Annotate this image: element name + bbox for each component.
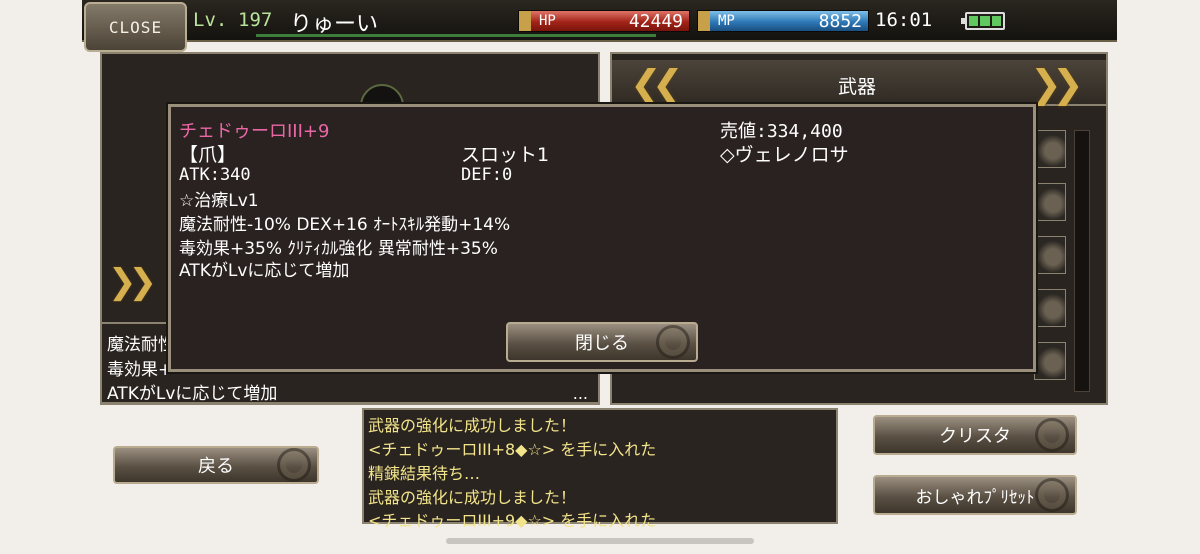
home-indicator[interactable]	[446, 538, 754, 544]
close-popup-button[interactable]: 閉じる	[506, 322, 698, 362]
equipment-slot-icon[interactable]	[1034, 130, 1066, 168]
close-popup-label: 閉じる	[575, 333, 629, 354]
item-effect: 魔法耐性-10% DEX+16 ｵｰﾄｽｷﾙ発動+14%	[179, 215, 511, 235]
log-line: 武器の強化に成功しました！	[368, 488, 577, 507]
item-slot: スロット1	[461, 144, 550, 166]
item-effect: ☆治療Lv1	[179, 191, 259, 211]
mp-gauge: MP 8852	[697, 10, 869, 32]
swirl-icon	[656, 325, 690, 359]
battery-icon	[961, 12, 1005, 30]
summary-line: ATKがLvに応じて増加	[107, 384, 278, 404]
list-scrollbar[interactable]	[1074, 130, 1090, 392]
level-label: Lv.	[193, 9, 228, 31]
prev-category-arrow-icon[interactable]: ❮❮	[630, 62, 684, 106]
equipment-slot-icon[interactable]	[1034, 289, 1066, 327]
summary-line: 魔法耐性	[107, 335, 175, 355]
log-line: 武器の強化に成功しました！	[368, 416, 577, 435]
equipment-slot-icon[interactable]	[1034, 183, 1066, 221]
game-screen: CLOSE Lv. 197 りゅーい HP 42449 MP 8852 16:0…	[0, 0, 1200, 554]
item-atk: ATK:340	[179, 165, 251, 185]
hp-value: 42449	[628, 11, 683, 32]
equipment-slot-icon[interactable]	[1034, 236, 1066, 274]
summary-more[interactable]: ...	[573, 384, 588, 403]
hp-label: HP	[539, 13, 556, 29]
equipment-slot-list	[1034, 130, 1068, 395]
summary-line: 毒効果+	[107, 360, 173, 380]
crysta-button[interactable]: クリスタ	[873, 415, 1077, 455]
mp-value: 8852	[818, 11, 862, 32]
mp-gauge-cap	[698, 11, 710, 31]
mp-label: MP	[718, 13, 735, 29]
item-def: DEF:0	[461, 165, 513, 185]
fashion-preset-label: おしゃれﾌﾟﾘｾｯﾄ	[915, 487, 1035, 508]
item-effect: ATKがLvに応じて増加	[179, 261, 350, 281]
prev-character-arrow-icon[interactable]: ❯❯	[108, 262, 157, 302]
back-label: 戻る	[198, 456, 234, 477]
hp-gauge-cap	[519, 11, 531, 31]
item-maker: ◇ヴェレノロサ	[720, 144, 849, 166]
swirl-icon	[277, 448, 311, 482]
fashion-preset-button[interactable]: おしゃれﾌﾟﾘｾｯﾄ	[873, 475, 1077, 515]
next-category-arrow-icon[interactable]: ❯❯	[1030, 62, 1084, 106]
item-type: 【爪】	[179, 144, 237, 166]
level-value: 197	[238, 9, 273, 31]
log-line: <チェドゥーロIII+9◆☆> を手に入れた	[368, 511, 657, 530]
hp-gauge: HP 42449	[518, 10, 690, 32]
category-title: 武器	[838, 76, 877, 98]
log-line: <チェドゥーロIII+8◆☆> を手に入れた	[368, 440, 657, 459]
back-button[interactable]: 戻る	[113, 446, 319, 484]
crysta-label: クリスタ	[939, 426, 1011, 447]
log-line: 精錬結果待ち…	[368, 464, 481, 483]
clock: 16:01	[875, 9, 933, 31]
exp-bar	[256, 34, 656, 37]
close-button[interactable]: CLOSE	[84, 2, 187, 52]
swirl-icon	[1035, 418, 1069, 452]
equipment-slot-icon[interactable]	[1034, 342, 1066, 380]
swirl-icon	[1035, 478, 1069, 512]
